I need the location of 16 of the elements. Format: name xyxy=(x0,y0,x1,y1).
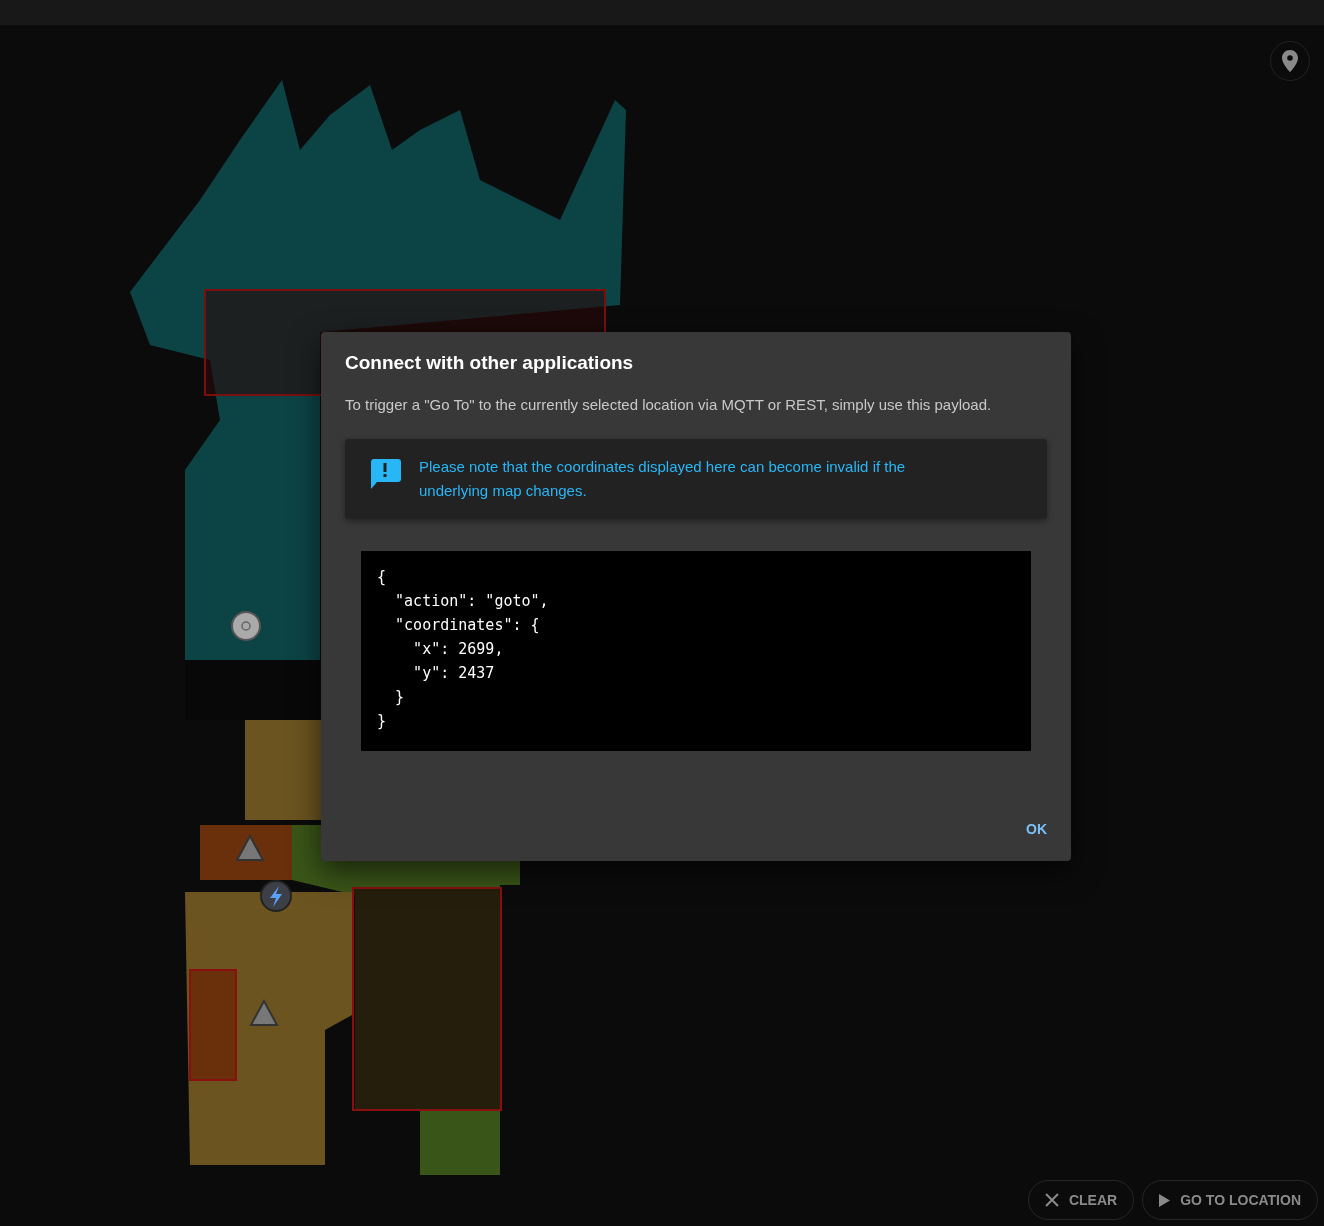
lightning-icon xyxy=(260,880,292,912)
notice-text: Please note that the coordinates displayed here can become invalid if the underlying map changes. xyxy=(419,457,907,501)
payload-code-block: { "action": "goto", "coordinates": { "x": 2699, "y": 2437 } } xyxy=(361,551,1031,751)
triangle-marker-icon xyxy=(249,998,279,1026)
dock-icon xyxy=(231,611,261,641)
dialog-description: To trigger a "Go To" to the currently selected location via MQTT or REST, simply use this payload. xyxy=(345,396,993,413)
dialog-title: Connect with other applications xyxy=(345,352,635,374)
map-action-button[interactable]: CLEAR xyxy=(1027,1180,1135,1220)
triangle-marker-icon xyxy=(235,833,265,861)
play-icon xyxy=(1159,1193,1171,1207)
alert-message-icon xyxy=(369,459,401,489)
close-icon xyxy=(1044,1193,1059,1207)
location-pin-icon xyxy=(1282,50,1298,72)
location-pin-button[interactable] xyxy=(1270,41,1310,81)
map-action-button[interactable]: GO TO LOCATION xyxy=(1142,1180,1318,1220)
ok-button[interactable]: OK xyxy=(1010,813,1063,845)
